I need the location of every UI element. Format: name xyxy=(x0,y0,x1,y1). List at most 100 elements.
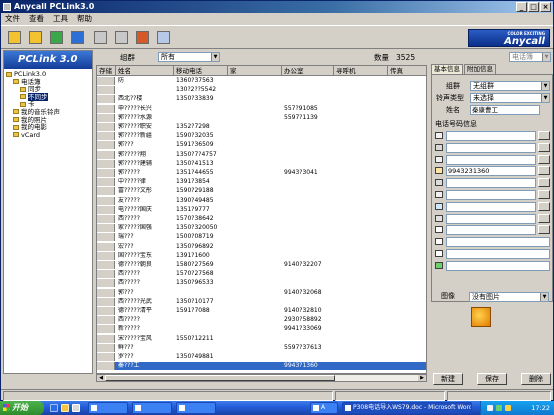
group-select[interactable]: 无组群 ▼ xyxy=(470,81,550,91)
column-header[interactable]: 姓名 xyxy=(116,66,174,76)
column-header[interactable]: 家 xyxy=(228,66,282,76)
table-row[interactable]: 郭?????翔 1350?7?4757 xyxy=(97,150,426,159)
phone-number-field[interactable] xyxy=(446,178,536,189)
table-row[interactable]: 西????? 1570?27568 xyxy=(97,270,426,279)
phone-number-field[interactable] xyxy=(446,201,536,212)
ime-icon[interactable] xyxy=(505,405,511,411)
table-row[interactable]: 德?????朝良 1580?27569 9140?32207 xyxy=(97,261,426,269)
table-row[interactable]: 家?????国强 1350?320050 xyxy=(97,224,426,233)
contacts-table[interactable]: 存储 姓名 移动电话家办公室 寻呼机 传真 防 1360?37563 130?2??5542… xyxy=(96,65,427,374)
delete-button[interactable]: 删除 xyxy=(521,373,551,385)
table-row[interactable]: 秦???工 9943?1360 xyxy=(97,362,426,371)
taskbar-item[interactable] xyxy=(176,402,216,414)
table-row[interactable]: 西北??楼 1350?33839 xyxy=(97,95,426,104)
table-row[interactable]: 郭?????建辅 1350?41513 xyxy=(97,159,426,168)
table-row[interactable]: 郭??? 1591?36509 xyxy=(97,141,426,150)
table-row[interactable]: 防 1360?37563 xyxy=(97,77,426,85)
phone-number-field[interactable] xyxy=(446,237,550,248)
table-row[interactable]: 郭??? 9140?32068 xyxy=(97,288,426,297)
taskbar-item[interactable] xyxy=(88,402,128,414)
toolbar-export-button[interactable] xyxy=(133,28,152,47)
save-button[interactable]: 保存 xyxy=(477,373,507,385)
toolbar-transfer-button[interactable] xyxy=(68,28,87,47)
scroll-left-icon[interactable]: ◀ xyxy=(97,375,105,381)
field-option-button[interactable] xyxy=(538,225,550,235)
field-option-button[interactable] xyxy=(538,131,550,140)
toolbar-move-button[interactable] xyxy=(112,28,131,47)
minimize-button[interactable]: _ xyxy=(516,2,527,12)
toolbar-sync-button[interactable] xyxy=(47,28,66,47)
phone-number-field[interactable] xyxy=(446,142,536,153)
name-field[interactable]: 秦康曹工 xyxy=(470,105,540,115)
menu-tools[interactable]: 工具 xyxy=(53,13,68,25)
menu-help[interactable]: 帮助 xyxy=(77,13,92,25)
group-filter-select[interactable]: 所有 ▼ xyxy=(158,52,220,62)
table-row[interactable]: 郭?????新疆 1590?32035 xyxy=(97,132,426,141)
taskbar-item[interactable]: P308电话导入WS79.doc - Microsoft Word xyxy=(342,402,472,414)
phone-number-field[interactable] xyxy=(446,213,536,224)
start-button[interactable]: 开始 xyxy=(0,401,44,415)
menu-view[interactable]: 查看 xyxy=(29,13,44,25)
table-row[interactable]: 友????? 1390?49485 xyxy=(97,196,426,205)
column-header[interactable]: 传真 xyxy=(388,66,426,76)
field-option-button[interactable] xyxy=(538,142,550,152)
field-option-button[interactable] xyxy=(538,190,550,199)
sidebar-item[interactable]: 不同步 xyxy=(4,92,92,102)
volume-icon[interactable] xyxy=(487,405,493,411)
phone-number-field[interactable] xyxy=(446,225,536,236)
phone-number-field[interactable] xyxy=(446,190,536,200)
field-option-button[interactable] xyxy=(538,213,550,223)
table-row[interactable]: 国?????宝东 1391?1600 xyxy=(97,251,426,260)
table-row[interactable]: 富?????文彤 1590?29188 xyxy=(97,187,426,196)
table-row[interactable]: 中?????律 1391?3854 xyxy=(97,178,426,187)
table-row[interactable]: 郭?????职安 1352?7298 xyxy=(97,123,426,131)
ie-quicklaunch-icon[interactable] xyxy=(50,404,58,412)
contact-photo-icon[interactable] xyxy=(471,307,491,327)
table-row[interactable]: 西????? 1350?96533 xyxy=(97,279,426,288)
table-row[interactable]: 瑞??? 1500?08719 xyxy=(97,233,426,242)
field-option-button[interactable] xyxy=(538,166,550,176)
phone-number-field[interactable] xyxy=(446,260,550,271)
network-icon[interactable] xyxy=(496,405,502,411)
table-row[interactable]: 电?????国庆 1351?9777 xyxy=(97,205,426,214)
tab-basic-info[interactable]: 基本信息 xyxy=(431,64,463,74)
table-row[interactable]: 新????? 9941?33069 xyxy=(97,325,426,334)
column-header[interactable]: 寻呼机 xyxy=(334,66,388,76)
table-row[interactable]: 德?????清平 1591?7088 9140?32810 xyxy=(97,307,426,315)
field-option-button[interactable] xyxy=(538,154,550,164)
image-select[interactable]: 没有图片 ▼ xyxy=(469,292,549,302)
sidebar-item[interactable]: 我的音乐铃声 xyxy=(4,108,92,117)
toolbar-phone-read-button[interactable] xyxy=(5,28,24,47)
new-button[interactable]: 新建 xyxy=(433,373,463,385)
sidebar-item[interactable]: 电话簿 xyxy=(4,78,92,87)
taskbar-item[interactable] xyxy=(132,402,172,414)
phone-number-field[interactable] xyxy=(446,154,536,165)
table-row[interactable]: 西????? 2930?58892 xyxy=(97,316,426,325)
table-row[interactable]: 鲜??? 5597?37613 xyxy=(97,343,426,352)
scroll-right-icon[interactable]: ▶ xyxy=(418,375,426,381)
sidebar-item[interactable]: 我的照片 xyxy=(4,116,92,125)
sidebar-item[interactable]: PCLink3.0 xyxy=(4,70,92,79)
table-row[interactable]: 宋?????宝风 1550?12211 xyxy=(97,334,426,343)
toolbar-copy-button[interactable] xyxy=(91,28,110,47)
column-header[interactable]: 存储 xyxy=(97,66,116,76)
toolbar-save-button[interactable] xyxy=(26,28,45,47)
table-row[interactable]: 申?????长兴 557?91085 xyxy=(97,104,426,113)
horizontal-scrollbar[interactable]: ◀ ▶ xyxy=(96,374,427,382)
folder-quicklaunch-icon[interactable] xyxy=(61,404,69,412)
table-row[interactable]: 郭????? 1351?44655 9943?3041 xyxy=(97,169,426,177)
menu-file[interactable]: 文件 xyxy=(5,13,20,25)
desktop-quicklaunch-icon[interactable] xyxy=(72,404,80,412)
toolbar-network-button[interactable] xyxy=(154,28,173,47)
column-header[interactable]: 办公室 xyxy=(282,66,334,76)
field-option-button[interactable] xyxy=(538,201,550,211)
column-header[interactable]: 移动电话 xyxy=(174,66,228,76)
title-bar[interactable]: Anycall PCLink3.0 _ □ × xyxy=(1,1,553,13)
table-row[interactable]: 130?2??5542 xyxy=(97,86,426,95)
phonebook-select[interactable]: 电话簿 ▼ xyxy=(509,52,551,62)
field-option-button[interactable] xyxy=(538,178,550,188)
sidebar-item[interactable]: 我的电影 xyxy=(4,123,92,132)
table-row[interactable]: 郭?????水源 5597?1139 xyxy=(97,113,426,122)
sidebar-item[interactable]: vCard xyxy=(4,131,92,140)
table-row[interactable]: 西?????光武 1350?10177 xyxy=(97,297,426,306)
